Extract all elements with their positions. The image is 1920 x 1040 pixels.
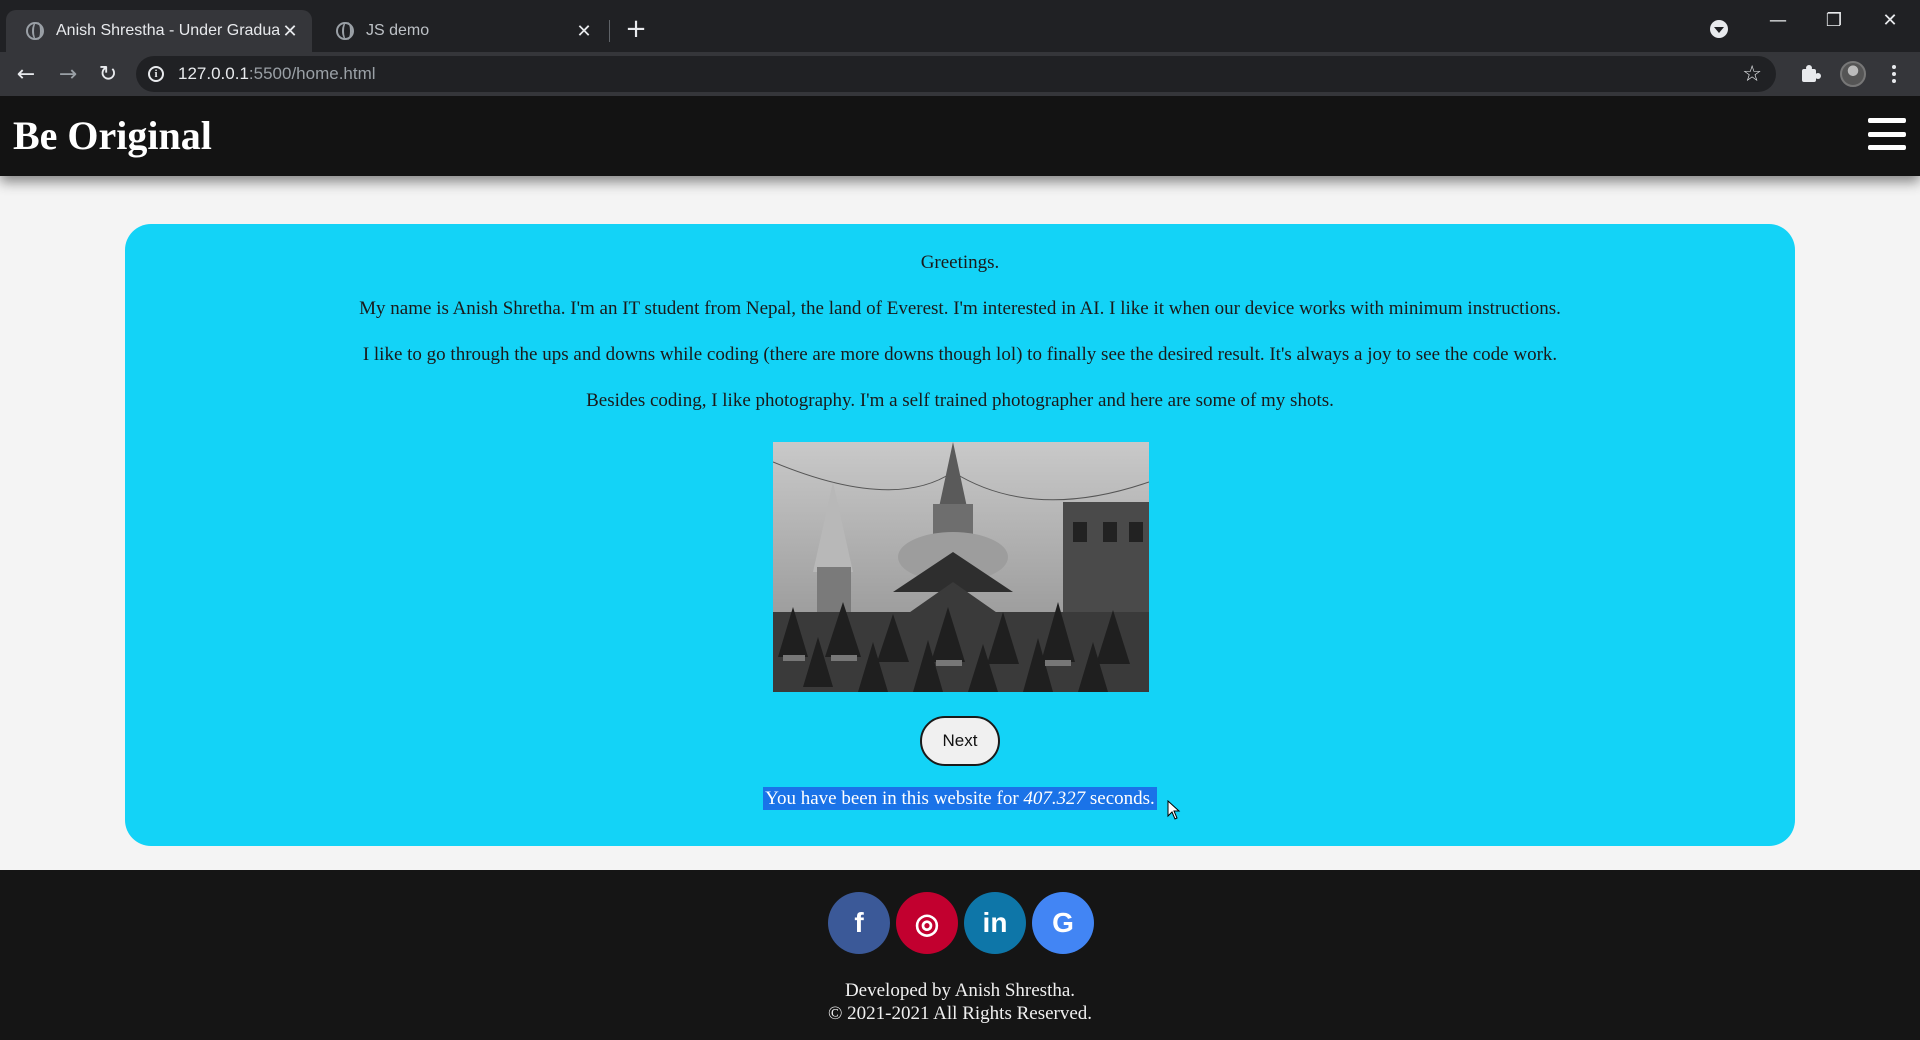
- address-bar[interactable]: i 127.0.0.1:5500/home.html ☆: [136, 56, 1776, 92]
- close-icon[interactable]: ✕: [574, 21, 594, 41]
- url-host: 127.0.0.1: [178, 64, 249, 83]
- tab-divider: [609, 20, 610, 42]
- selected-text-highlight: You have been in this website for 407.32…: [763, 787, 1157, 810]
- browser-toolbar: ← → ↻ i 127.0.0.1:5500/home.html ☆: [0, 52, 1920, 96]
- linkedin-icon[interactable]: in: [964, 892, 1026, 954]
- mouse-pointer-icon: [1167, 799, 1181, 824]
- hamburger-menu-icon[interactable]: [1868, 116, 1906, 152]
- url-path: :5500/home.html: [248, 64, 376, 83]
- developer-credit: Developed by Anish Shrestha.: [844, 980, 1076, 1001]
- next-button[interactable]: Next: [920, 716, 1000, 766]
- photography-paragraph: Besides coding, I like photography. I'm …: [586, 390, 1334, 411]
- new-tab-button[interactable]: +: [624, 14, 648, 44]
- timer-prefix: You have been in this website for: [765, 788, 1024, 809]
- social-links: f ◎ in G: [828, 892, 1094, 954]
- instagram-icon[interactable]: ◎: [896, 892, 958, 954]
- site-footer: f ◎ in G Developed by Anish Shrestha. © …: [0, 870, 1920, 1040]
- timer-seconds-value: 407.327: [1023, 788, 1086, 809]
- tab-js-demo[interactable]: JS demo ✕: [316, 10, 606, 52]
- forward-button[interactable]: →: [52, 58, 84, 90]
- globe-icon: [26, 22, 44, 40]
- copyright-text: © 2021-2021 All Rights Reserved.: [827, 1003, 1093, 1024]
- google-icon[interactable]: G: [1032, 892, 1094, 954]
- intro-card: Greetings. My name is Anish Shretha. I'm…: [125, 224, 1795, 846]
- info-icon[interactable]: i: [148, 66, 164, 82]
- facebook-icon[interactable]: f: [828, 892, 890, 954]
- coding-paragraph: I like to go through the ups and downs w…: [362, 344, 1558, 365]
- site-brand[interactable]: Be Original: [13, 112, 212, 159]
- browser-tabstrip: Anish Shrestha - Under Graduate ✕ JS dem…: [0, 0, 1920, 52]
- globe-icon: [336, 22, 354, 40]
- bookmark-star-icon[interactable]: ☆: [1742, 62, 1762, 87]
- tab-title: JS demo: [366, 22, 430, 39]
- tab-search-icon[interactable]: [1710, 20, 1728, 38]
- intro-paragraph: My name is Anish Shretha. I'm an IT stud…: [359, 298, 1561, 319]
- greeting-text: Greetings.: [920, 252, 1000, 273]
- tab-title: Anish Shrestha - Under Graduate: [56, 22, 280, 39]
- close-window-button[interactable]: ✕: [1862, 0, 1918, 40]
- close-icon[interactable]: ✕: [280, 21, 300, 41]
- back-button[interactable]: ←: [10, 58, 42, 90]
- minimize-button[interactable]: —: [1750, 0, 1806, 40]
- timer-suffix: seconds.: [1085, 788, 1155, 809]
- restore-button[interactable]: ❐: [1806, 0, 1862, 40]
- avatar[interactable]: [1840, 61, 1866, 87]
- page-viewport: Be Original Greetings. My name is Anish …: [0, 96, 1920, 1040]
- time-on-site-text: You have been in this website for 407.32…: [125, 787, 1795, 810]
- site-header: Be Original: [0, 96, 1920, 176]
- tab-anish-shrestha[interactable]: Anish Shrestha - Under Graduate ✕: [6, 10, 312, 52]
- reload-button[interactable]: ↻: [92, 58, 124, 90]
- extensions-puzzle-icon[interactable]: [1800, 64, 1820, 84]
- photo-swayambhu: [773, 442, 1149, 692]
- browser-menu-icon[interactable]: [1884, 60, 1904, 88]
